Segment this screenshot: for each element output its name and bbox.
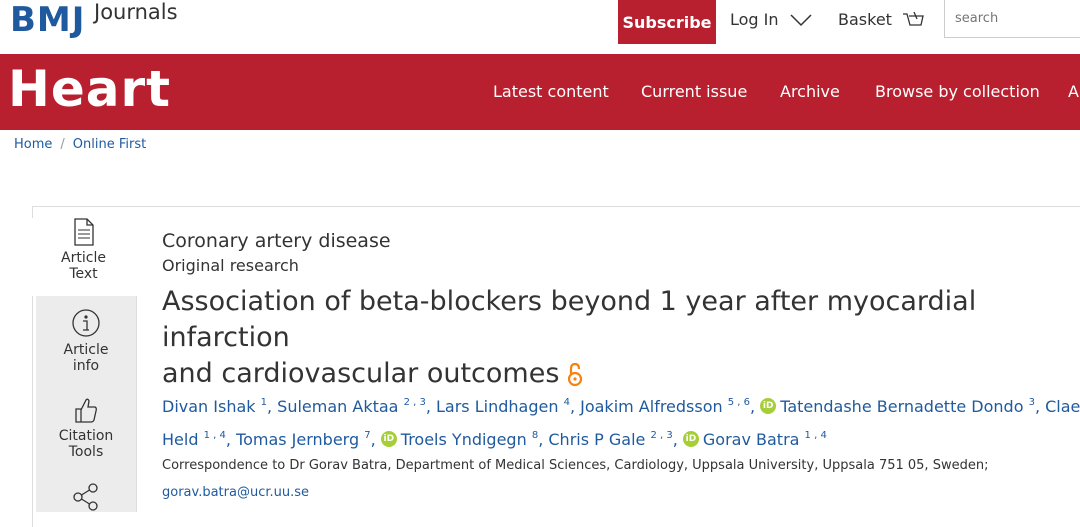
article-subject[interactable]: Coronary artery disease	[162, 230, 391, 252]
breadcrumb-online-first[interactable]: Online First	[73, 137, 146, 152]
author-link[interactable]: Gorav Batra	[703, 430, 800, 449]
nav-archive[interactable]: Archive	[780, 82, 840, 101]
nav-current-issue[interactable]: Current issue	[641, 82, 747, 101]
login-label: Log In	[730, 10, 779, 29]
info-icon	[72, 309, 100, 337]
author-link[interactable]: Tomas Jernberg	[236, 430, 359, 449]
correspondence-text: Correspondence to Dr Gorav Batra, Depart…	[162, 458, 989, 473]
orcid-icon[interactable]: iD	[760, 397, 777, 414]
author-link[interactable]: Suleman Aktaa	[277, 397, 398, 416]
bmj-wordmark: BMJ	[10, 0, 86, 40]
author-link[interactable]: Lars Lindhagen	[436, 397, 558, 416]
tab-citation-tools[interactable]: Citation Tools	[36, 396, 136, 460]
tab-citation-tools-label2: Tools	[68, 444, 104, 460]
tab-article-text-label2: Text	[69, 266, 98, 282]
open-access-icon	[568, 362, 583, 386]
author-link[interactable]: Chris P Gale	[548, 430, 645, 449]
article-type: Original research	[162, 256, 299, 275]
author-affiliation: 2 , 3	[650, 430, 673, 441]
author-affiliation: 1 , 4	[804, 430, 827, 441]
breadcrumb-separator: /	[60, 137, 65, 152]
author-link[interactable]: Divan Ishak	[162, 397, 256, 416]
correspondence-email-link[interactable]: gorav.batra@ucr.uu.se	[162, 485, 309, 500]
article-title-line1: Association of beta-blockers beyond 1 ye…	[162, 286, 977, 353]
author-affiliation: 3	[1028, 397, 1035, 408]
journal-title[interactable]: Heart	[8, 60, 171, 118]
author-affiliation: 1 , 4	[203, 430, 226, 441]
author-list: Divan Ishak 1, Suleman Aktaa 2 , 3, Lars…	[162, 390, 1080, 456]
tab-share[interactable]	[36, 482, 136, 516]
subscribe-button[interactable]: Subscribe	[618, 0, 716, 44]
author-affiliation: 4	[563, 397, 570, 408]
orcid-icon[interactable]: iD	[380, 430, 397, 447]
author-affiliation: 8	[531, 430, 539, 441]
author-link[interactable]: Tatendashe Bernadette Dondo	[780, 397, 1023, 416]
tab-article-info-label1: Article	[63, 342, 109, 358]
tab-article-text-label1: Article	[61, 250, 106, 266]
login-dropdown[interactable]: Log In	[730, 10, 813, 29]
basket-label: Basket	[838, 10, 892, 29]
document-icon	[73, 218, 94, 246]
nav-truncated-item[interactable]: A	[1068, 82, 1079, 101]
chevron-down-icon	[790, 13, 812, 26]
tab-article-info[interactable]: Article info	[36, 308, 136, 374]
share-icon	[73, 483, 98, 511]
nav-browse-by-collection[interactable]: Browse by collection	[875, 82, 1040, 101]
author-link[interactable]: Troels Yndigegn	[401, 430, 527, 449]
nav-latest-content[interactable]: Latest content	[493, 82, 609, 101]
search-input[interactable]	[944, 0, 1080, 38]
author-affiliation: 1	[260, 397, 267, 408]
journals-wordmark: Journals	[94, 0, 178, 24]
top-bar: BMJ Journals Subscribe Log In Basket	[0, 0, 1080, 54]
article-title: Association of beta-blockers beyond 1 ye…	[162, 284, 1080, 392]
breadcrumb-home[interactable]: Home	[14, 137, 52, 152]
article-side-tabs: Article Text Article info Citation Tools	[32, 206, 135, 526]
author-affiliation: 7	[364, 430, 371, 441]
breadcrumb: Home / Online First	[14, 137, 146, 152]
tab-article-info-label2: info	[72, 358, 100, 374]
author-affiliation: 5 , 6	[727, 397, 751, 408]
tab-citation-tools-label1: Citation	[58, 428, 114, 444]
journal-header: Heart Latest content Current issue Archi…	[0, 54, 1080, 130]
author-link[interactable]: Joakim Alfredsson	[580, 397, 723, 416]
basket-link[interactable]: Basket	[838, 10, 924, 29]
author-affiliation: 2 , 3	[403, 397, 426, 408]
basket-icon	[902, 11, 924, 26]
tab-article-text[interactable]: Article Text	[32, 218, 135, 296]
article-title-line2: and cardiovascular outcomes	[162, 358, 560, 389]
orcid-icon[interactable]: iD	[682, 430, 699, 447]
thumbs-up-icon	[75, 398, 97, 423]
